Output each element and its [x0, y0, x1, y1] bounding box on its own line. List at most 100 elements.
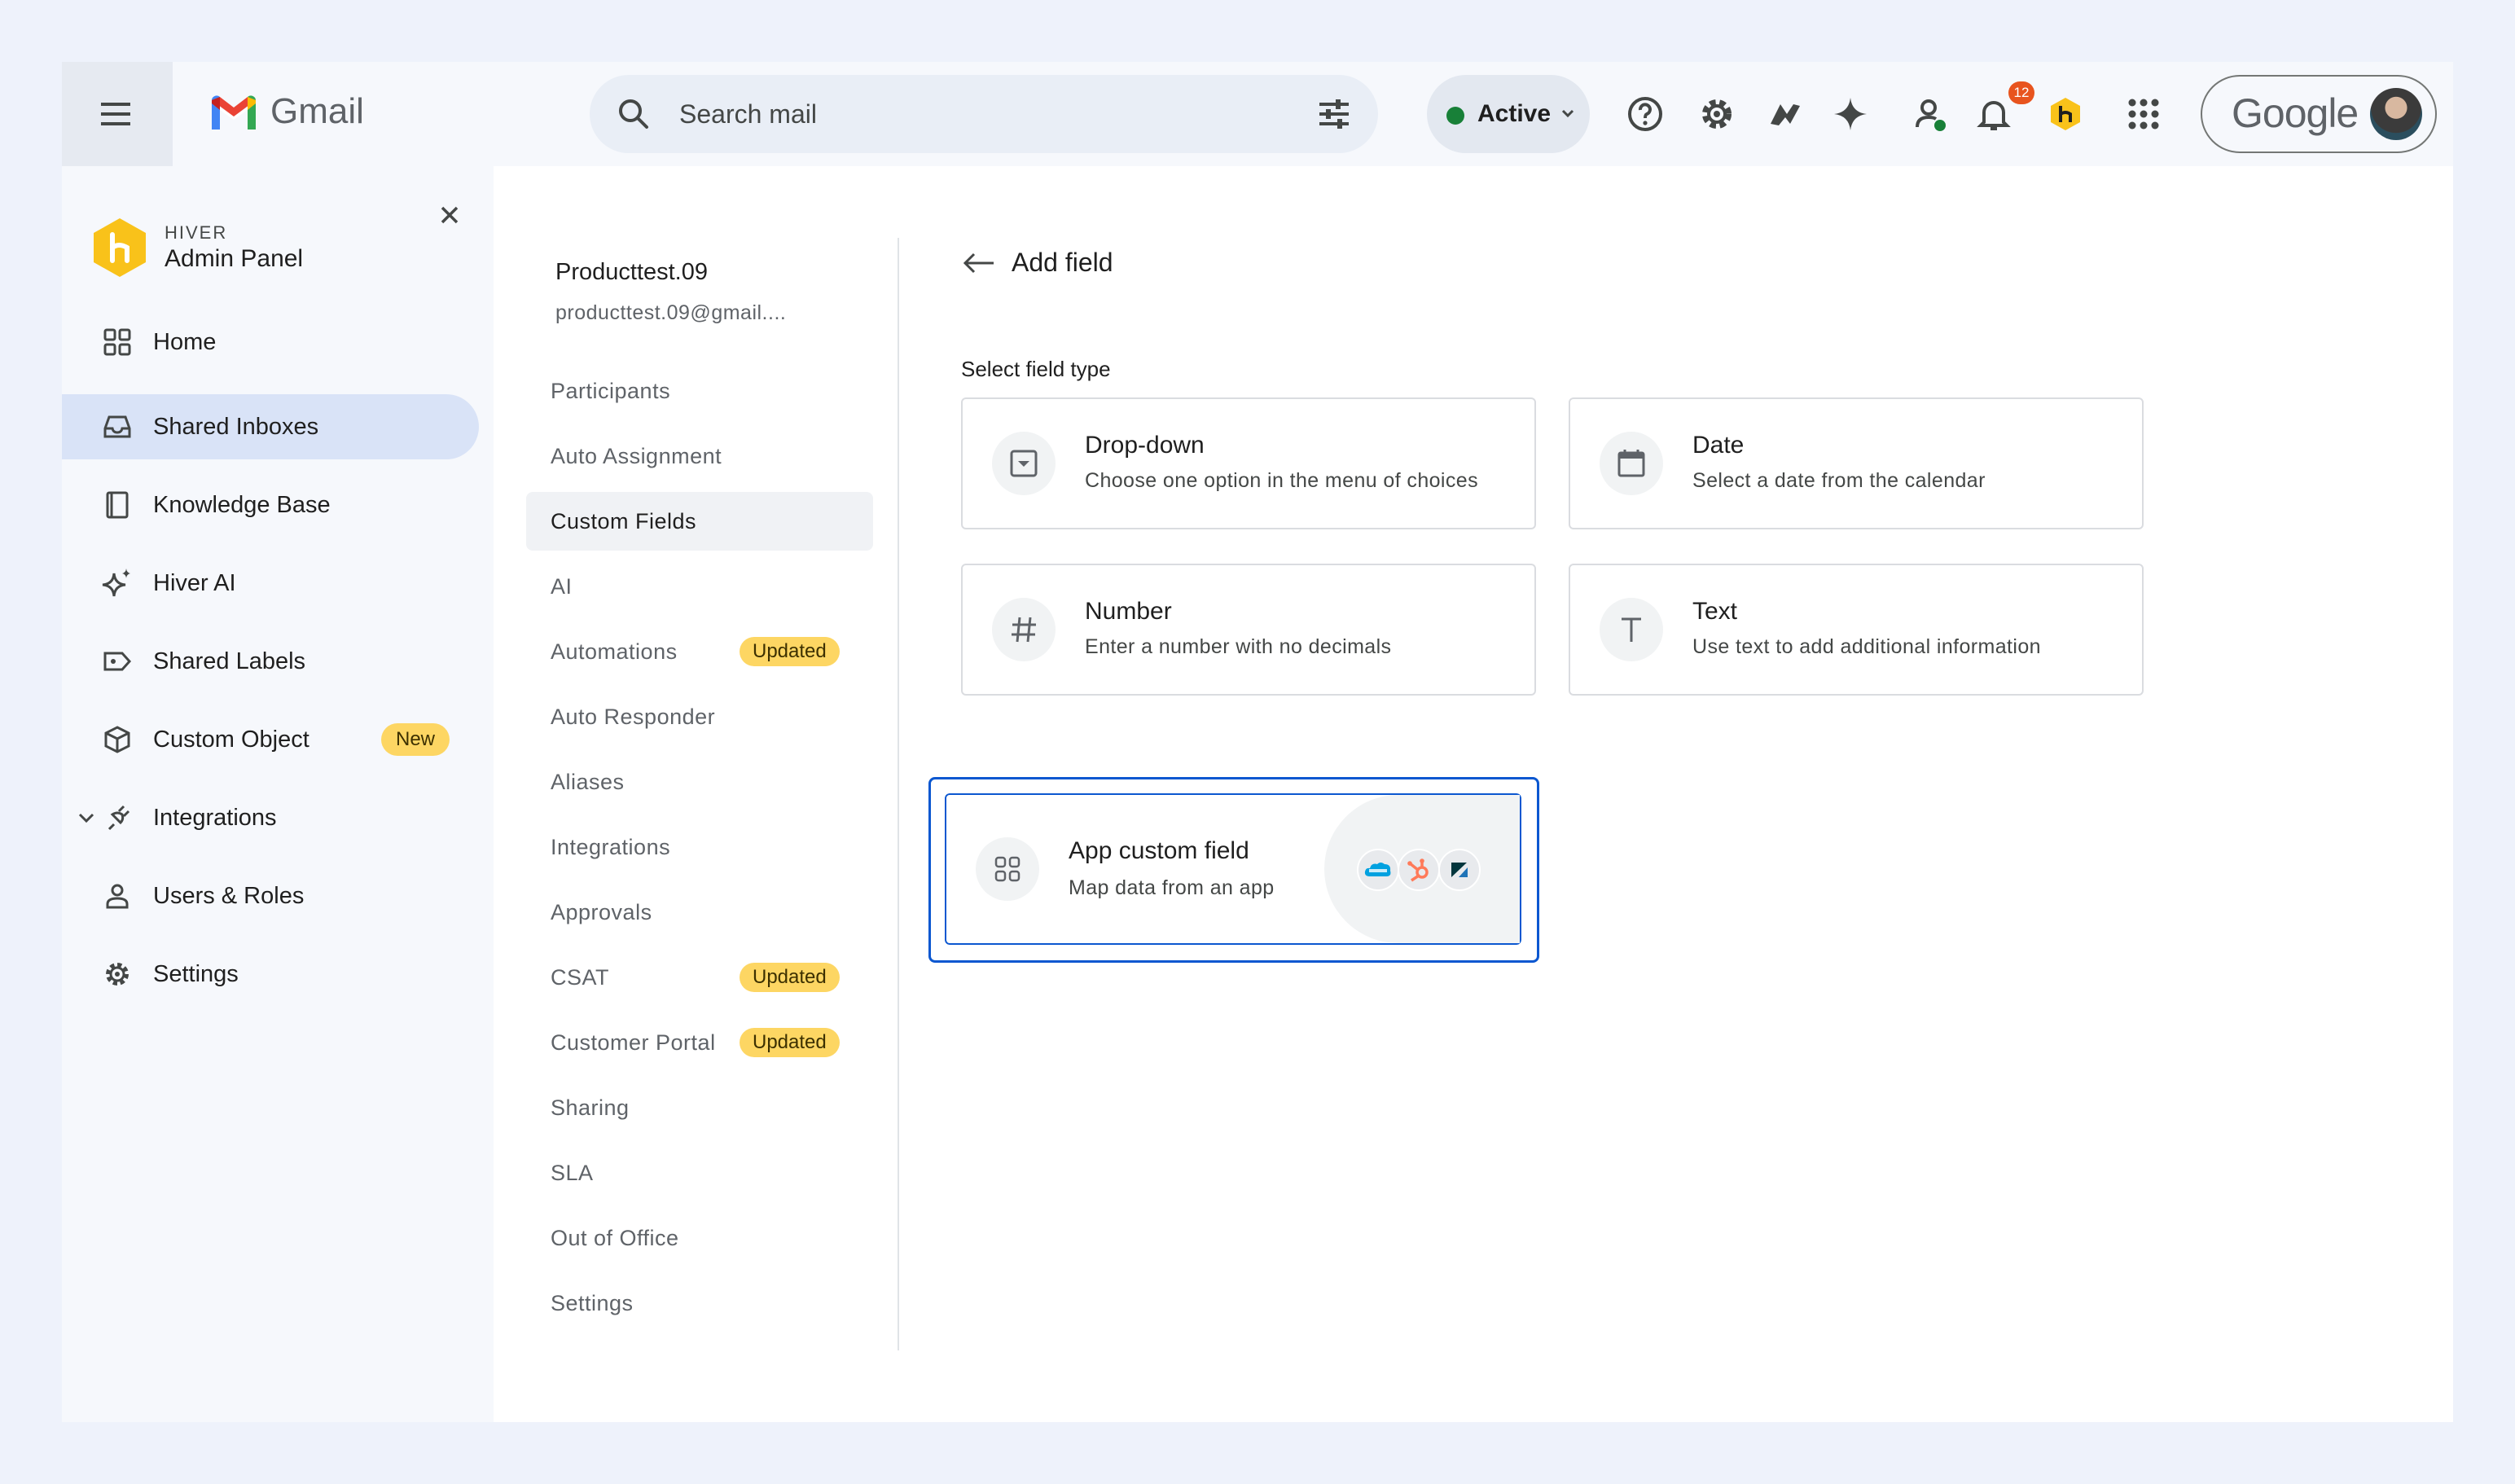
zendesk-logo-icon [1438, 849, 1481, 891]
sidebar-item-shared-labels[interactable]: Shared Labels [62, 629, 479, 694]
sidebar-item-home[interactable]: Home [62, 310, 479, 375]
chevron-down-icon[interactable] [75, 806, 98, 829]
section-label: Select field type [961, 357, 1111, 381]
brand-title: Admin Panel [165, 245, 304, 272]
help-icon[interactable] [1619, 88, 1671, 140]
card-title: Drop-down [1085, 432, 1205, 459]
sparkle-icon [99, 565, 135, 601]
subnav-label: Integrations [551, 834, 671, 859]
inbox-icon [99, 409, 135, 445]
sidebar-item-users-roles[interactable]: Users & Roles [62, 863, 479, 929]
status-selector[interactable]: Active [1427, 75, 1590, 153]
sidebar-item-custom-object[interactable]: Custom Object New [62, 707, 479, 772]
subnav-label: CSAT [551, 964, 610, 990]
hiver-logo-icon[interactable] [2039, 88, 2091, 140]
subnav-item-csat[interactable]: CSAT Updated [526, 948, 873, 1007]
notification-count-badge: 12 [2008, 81, 2034, 104]
hash-icon [992, 598, 1056, 661]
subnav-label: Automations [551, 639, 678, 664]
field-type-date-card[interactable]: Date Select a date from the calendar [1569, 397, 2144, 529]
sidebar-item-label: Shared Labels [153, 648, 306, 674]
sidebar-item-hiver-ai[interactable]: Hiver AI [62, 551, 479, 616]
field-type-number-card[interactable]: Number Enter a number with no decimals [961, 564, 1536, 696]
subnav-item-ai[interactable]: AI [526, 557, 873, 616]
subnav-item-integrations[interactable]: Integrations [526, 818, 873, 876]
plug-icon [99, 800, 135, 836]
subnav-label: Participants [551, 378, 671, 403]
subnav-item-auto-assignment[interactable]: Auto Assignment [526, 427, 873, 485]
subnav-item-sharing[interactable]: Sharing [526, 1078, 873, 1137]
hiver-brand: HIVER Admin Panel [91, 217, 303, 279]
sidebar-item-settings[interactable]: Settings [62, 942, 479, 1007]
back-arrow-icon[interactable] [961, 250, 997, 276]
ai-sparkle-icon[interactable] [1824, 88, 1876, 140]
card-description: Enter a number with no decimals [1085, 635, 1392, 658]
chevron-down-icon [1559, 104, 1577, 126]
subnav-item-out-of-office[interactable]: Out of Office [526, 1209, 873, 1267]
close-icon[interactable] [433, 199, 466, 231]
app-window: Gmail Search mail Active 12 Google HIVER… [62, 62, 2453, 1422]
card-title: Text [1692, 598, 1738, 625]
subnav-label: AI [551, 573, 573, 599]
subnav-item-sla[interactable]: SLA [526, 1144, 873, 1202]
gear-icon [99, 956, 135, 992]
calendar-icon [1600, 432, 1663, 495]
new-badge: New [381, 723, 450, 756]
field-type-app-custom-field-card[interactable]: App custom field Map data from an app [941, 790, 1525, 948]
field-type-dropdown-card[interactable]: Drop-down Choose one option in the menu … [961, 397, 1536, 529]
search-icon[interactable] [614, 94, 653, 138]
sidebar-item-label: Hiver AI [153, 569, 236, 596]
sidebar-item-shared-inboxes[interactable]: Shared Inboxes [62, 394, 479, 459]
search-options-icon[interactable] [1315, 94, 1354, 138]
contact-status-icon[interactable] [1904, 88, 1956, 140]
subnav-item-customer-portal[interactable]: Customer Portal Updated [526, 1013, 873, 1072]
subnav-label: Aliases [551, 769, 625, 794]
subnav-item-aliases[interactable]: Aliases [526, 753, 873, 811]
apps-grid-icon[interactable] [2118, 88, 2170, 140]
field-type-text-card[interactable]: Text Use text to add additional informat… [1569, 564, 2144, 696]
hiver-extension-icon[interactable] [1759, 88, 1811, 140]
sidebar-item-label: Integrations [153, 804, 277, 831]
book-icon [99, 487, 135, 523]
account-button[interactable]: Google [2201, 75, 2437, 153]
gmail-logo[interactable]: Gmail [208, 91, 364, 132]
subnav-item-auto-responder[interactable]: Auto Responder [526, 687, 873, 746]
vertical-divider [898, 238, 899, 1350]
updated-badge: Updated [740, 1028, 840, 1057]
subnav-item-participants[interactable]: Participants [526, 362, 873, 420]
subnav-item-approvals[interactable]: Approvals [526, 883, 873, 942]
settings-gear-icon[interactable] [1691, 88, 1743, 140]
label-icon [99, 643, 135, 679]
salesforce-logo-icon [1357, 849, 1399, 891]
text-icon [1600, 598, 1663, 661]
subnav-label: Approvals [551, 899, 652, 924]
hubspot-logo-icon [1398, 849, 1440, 891]
app-name: Gmail [270, 91, 364, 131]
inbox-settings-nav: Producttest.09 producttest.09@gmail.... … [494, 166, 901, 1422]
sidebar-item-integrations[interactable]: Integrations [62, 785, 479, 850]
gmail-m-icon [212, 95, 256, 130]
card-title: Date [1692, 432, 1745, 459]
updated-badge: Updated [740, 963, 840, 992]
main-menu-button[interactable] [62, 62, 173, 166]
search-bar[interactable]: Search mail [590, 75, 1378, 153]
subnav-label: Settings [551, 1290, 634, 1315]
hiver-hex-logo-icon [94, 218, 146, 277]
search-input[interactable]: Search mail [679, 99, 817, 130]
account-label: Google [2232, 90, 2359, 136]
subnav-label: Out of Office [551, 1225, 679, 1250]
subnav-label: Customer Portal [551, 1030, 716, 1055]
page-header: Add field [961, 248, 1113, 278]
sidebar-item-label: Custom Object [153, 726, 309, 753]
card-description: Use text to add additional information [1692, 635, 2041, 658]
subnav-item-custom-fields[interactable]: Custom Fields [526, 492, 873, 551]
sidebar-item-label: Users & Roles [153, 882, 305, 909]
subnav-item-settings[interactable]: Settings [526, 1274, 873, 1333]
cube-icon [99, 722, 135, 757]
sidebar-item-label: Home [153, 328, 217, 355]
inbox-email: producttest.09@gmail.... [555, 301, 787, 324]
subnav-item-automations[interactable]: Automations Updated [526, 622, 873, 681]
hamburger-icon [101, 103, 130, 125]
sidebar-item-knowledge-base[interactable]: Knowledge Base [62, 472, 479, 538]
avatar[interactable] [2370, 88, 2422, 140]
